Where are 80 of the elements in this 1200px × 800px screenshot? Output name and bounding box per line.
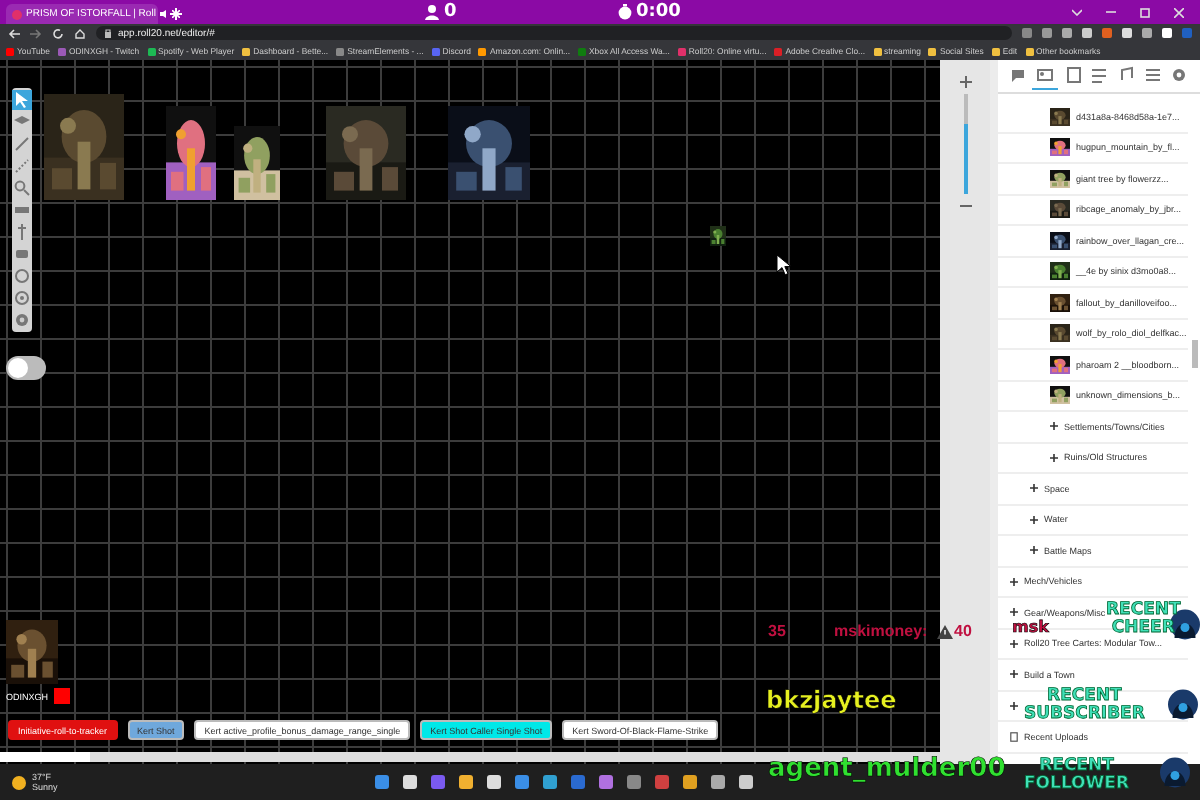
expand-icon[interactable] — [1030, 484, 1038, 493]
favicon-icon — [774, 47, 783, 55]
zoom-in-icon[interactable] — [959, 76, 971, 88]
expand-icon[interactable] — [1030, 546, 1038, 555]
folder-icon — [1025, 47, 1034, 55]
tool-button[interactable] — [12, 310, 32, 330]
back-icon[interactable] — [8, 27, 20, 39]
viewer-name: bkzjaytee — [766, 686, 897, 714]
expand-icon[interactable] — [1010, 639, 1018, 648]
expand-icon[interactable] — [1050, 422, 1058, 431]
expand-icon[interactable] — [1050, 453, 1058, 462]
favicon-icon — [147, 47, 156, 55]
favicon-icon — [677, 47, 686, 55]
tool-button[interactable] — [12, 288, 32, 308]
expand-icon[interactable] — [1010, 608, 1018, 617]
cursor-icon — [776, 254, 792, 276]
tool-button[interactable] — [12, 134, 32, 154]
ticker-text: mskimoney: — [834, 622, 928, 640]
tool-button[interactable] — [12, 266, 32, 286]
folder-icon — [873, 47, 882, 55]
ruler-icon — [12, 156, 32, 176]
favicon-icon — [12, 9, 22, 19]
viewer-count: 0 — [444, 2, 457, 22]
tool-button[interactable] — [12, 178, 32, 198]
menu-icon — [1143, 66, 1162, 84]
hood-icon — [1168, 686, 1198, 720]
favicon-icon — [57, 47, 66, 55]
day-night-toggle[interactable] — [6, 356, 46, 380]
pointer-icon — [12, 90, 32, 110]
ticker-text: 35 — [768, 622, 786, 640]
stopwatch-icon — [618, 4, 632, 20]
viewer-name: agent_mulder00 — [768, 754, 1006, 784]
person-icon — [424, 4, 440, 20]
tool-button[interactable] — [12, 222, 32, 242]
chat-icon — [1010, 66, 1029, 84]
folder-icon — [991, 47, 1000, 55]
dice-icon — [12, 244, 32, 264]
expand-icon[interactable] — [1010, 701, 1018, 710]
moon-icon — [8, 358, 28, 378]
search-icon — [12, 178, 32, 198]
scrollbar[interactable] — [1192, 340, 1198, 368]
maximize-icon[interactable] — [1140, 8, 1150, 18]
favicon-icon — [578, 47, 587, 55]
favicon-icon — [336, 47, 345, 55]
clock-icon — [12, 266, 32, 286]
chevron-icon[interactable] — [1072, 8, 1082, 16]
tool-button[interactable] — [12, 90, 32, 110]
image-icon — [1036, 66, 1055, 84]
tool-button[interactable] — [12, 244, 32, 264]
expand-icon[interactable] — [1010, 670, 1018, 679]
favicon-icon — [478, 47, 487, 55]
tool-button[interactable] — [12, 156, 32, 176]
favicon-icon — [6, 47, 14, 55]
help-icon — [12, 288, 32, 308]
expand-icon[interactable] — [1030, 515, 1038, 524]
hood-icon — [1160, 754, 1190, 788]
reload-icon[interactable] — [52, 27, 64, 39]
expand-icon[interactable] — [1010, 577, 1018, 586]
viewer-name: msk — [1012, 618, 1049, 636]
sun-icon — [12, 775, 26, 789]
speaker-icon — [159, 10, 168, 18]
home-icon[interactable] — [74, 27, 86, 39]
file-icon — [1010, 731, 1018, 742]
line-icon — [12, 134, 32, 154]
folder-icon — [928, 47, 937, 55]
close-icon[interactable] — [1174, 8, 1184, 18]
zoom-out-icon[interactable] — [959, 200, 971, 212]
pin-icon — [12, 222, 32, 242]
forward-icon[interactable] — [30, 27, 42, 39]
favicon-icon — [431, 47, 440, 55]
lock-icon — [104, 28, 112, 38]
alert-title: RECENT SUBSCRIBER — [1024, 688, 1145, 724]
ticker-text: 40 — [954, 622, 972, 640]
lines-icon — [1089, 66, 1108, 84]
page-icon — [1063, 66, 1082, 84]
minimize-icon[interactable] — [1106, 8, 1116, 16]
stream-timer: 0:00 — [636, 2, 681, 22]
settings-icon — [1169, 66, 1188, 84]
favicon-icon — [242, 47, 251, 55]
music-icon — [1116, 66, 1135, 84]
